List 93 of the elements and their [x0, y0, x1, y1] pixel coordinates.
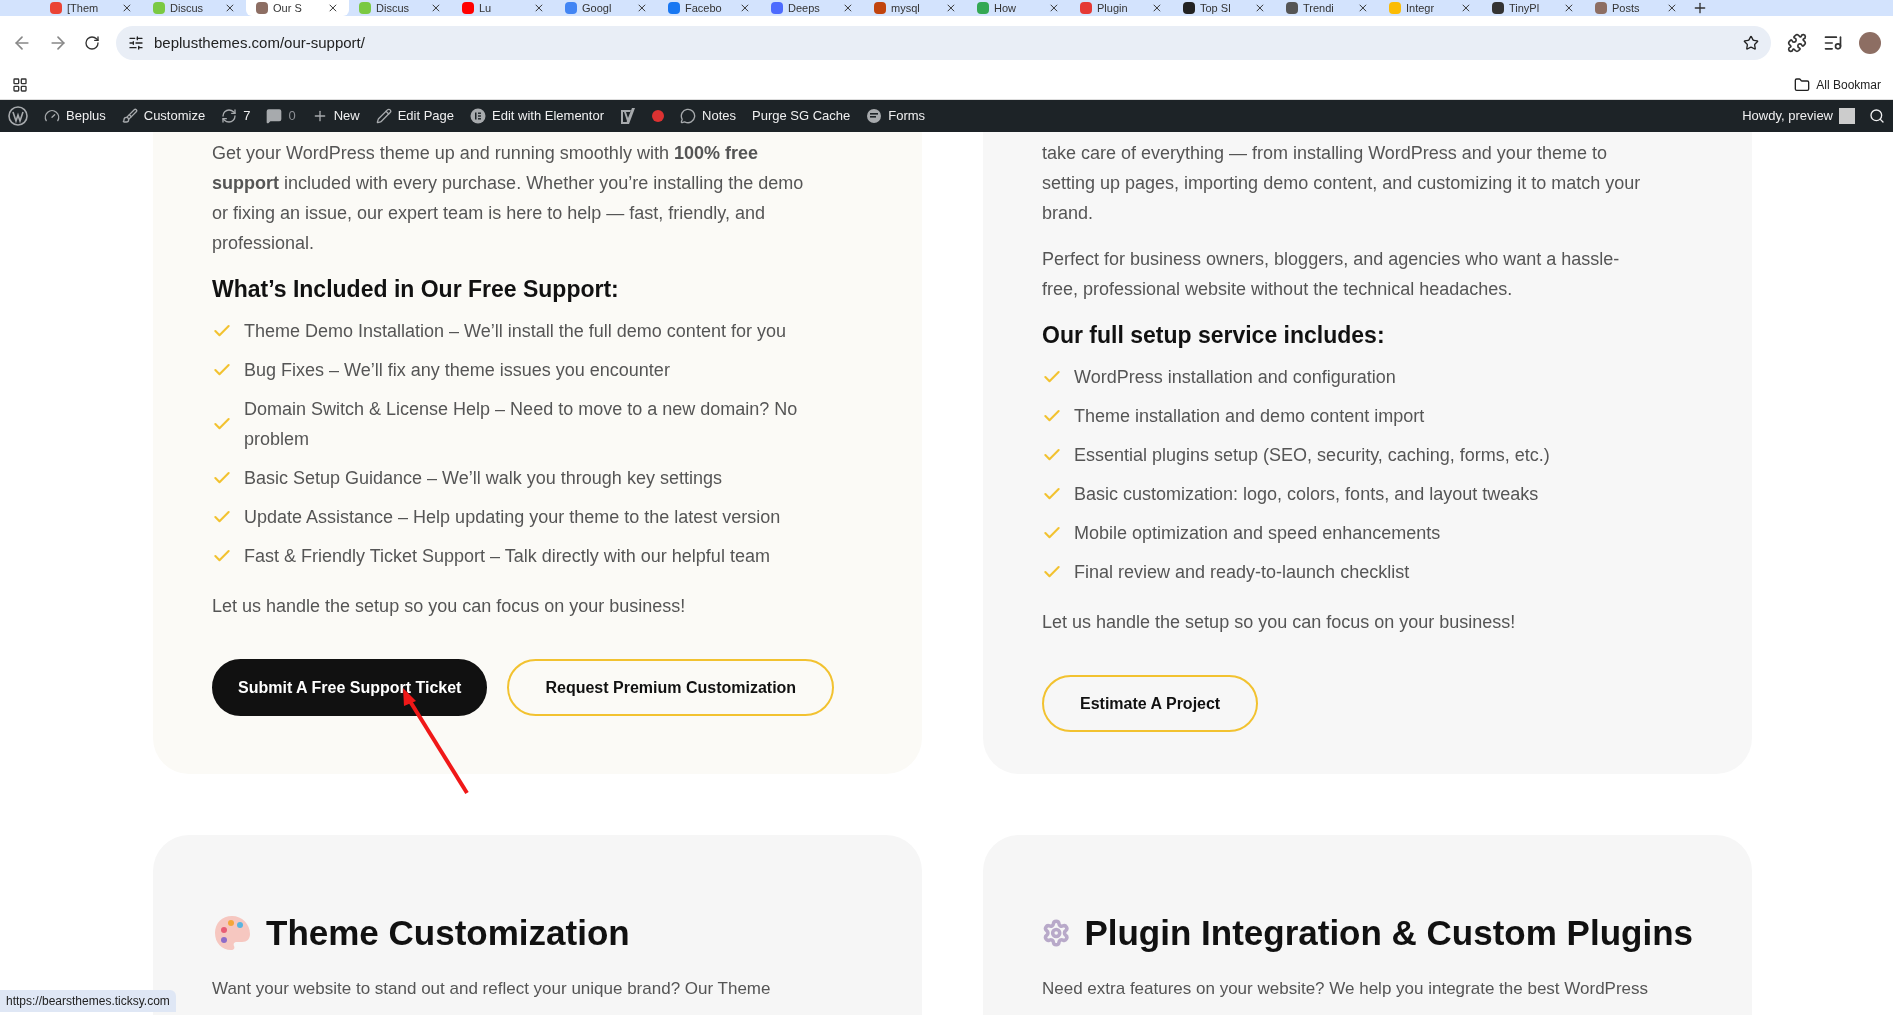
close-icon[interactable]	[430, 2, 442, 14]
intro-paragraph: Get your WordPress theme up and running smoothly with 100% free support included with every purchase. Whether you’re installing the demo or fixing an issue, our expert team is here to help — fast, friendly, and professional.	[212, 142, 805, 255]
intro-paragraph: Perfect for business owners, bloggers, and agencies who want a hassle-free, professional website without the technical headaches.	[1042, 248, 1621, 301]
admin-bar-link[interactable]: Forms	[888, 106, 926, 126]
address-bar[interactable]: beplusthemes.com/our-support/	[116, 26, 1771, 60]
close-icon[interactable]	[1357, 2, 1369, 14]
close-icon[interactable]	[121, 2, 133, 14]
bookmarks-label[interactable]: All Bookmar	[1816, 75, 1881, 94]
media-icon[interactable]	[1823, 33, 1843, 53]
close-icon[interactable]	[945, 2, 957, 14]
browser-tab[interactable]: Discus	[349, 0, 452, 16]
close-icon[interactable]	[1254, 2, 1266, 14]
feature-item: WordPress installation and configuration	[1074, 366, 1396, 389]
close-icon[interactable]	[327, 2, 339, 14]
closing-note: Let us handle the setup so you can focus on your business!	[212, 595, 687, 618]
service-description: Need extra features on your website? We help you integrate the best WordPress	[1042, 977, 1650, 1000]
comment-icon	[266, 108, 283, 124]
close-icon[interactable]	[1048, 2, 1060, 14]
closing-note: Let us handle the setup so you can focus on your business!	[1042, 611, 1517, 634]
browser-tab[interactable]: Deeps	[761, 0, 864, 16]
dashboard-icon	[44, 108, 60, 124]
feature-item: Domain Switch & License Help – Need to move to a new domain? No problem	[244, 398, 799, 451]
feature-item: Mobile optimization and speed enhancements	[1074, 522, 1441, 545]
close-icon[interactable]	[739, 2, 751, 14]
feature-item: Theme installation and demo content import	[1074, 405, 1425, 428]
pencil-icon	[375, 108, 392, 124]
user-avatar-icon	[1839, 108, 1855, 124]
close-icon[interactable]	[1460, 2, 1472, 14]
folder-icon	[1794, 76, 1811, 93]
apps-icon[interactable]	[12, 76, 28, 93]
close-icon[interactable]	[636, 2, 648, 14]
admin-bar-link[interactable]: Purge SG Cache	[752, 106, 851, 126]
browser-tab[interactable]: How	[967, 0, 1070, 16]
close-icon[interactable]	[1563, 2, 1575, 14]
intro-paragraph: take care of everything — from installing WordPress and your theme to setting up pages, importing demo content, and customizing it to match your brand.	[1042, 142, 1642, 225]
search-icon[interactable]	[1869, 108, 1885, 124]
notes-icon	[680, 108, 697, 124]
close-icon[interactable]	[1151, 2, 1163, 14]
feature-item: Essential plugins setup (SEO, security, caching, forms, etc.)	[1074, 444, 1550, 467]
forms-icon	[866, 108, 883, 124]
browser-tab[interactable]: Top Sl	[1173, 0, 1276, 16]
reload-icon[interactable]	[84, 35, 100, 51]
browser-tab[interactable]: Posts	[1585, 0, 1688, 16]
feature-item: Basic Setup Guidance – We’ll walk you through key settings	[244, 467, 722, 490]
new-tab-icon[interactable]	[1692, 0, 1708, 16]
section-heading: Our full setup service includes:	[1042, 321, 1386, 350]
yoast-icon[interactable]	[620, 107, 637, 125]
feature-item: Theme Demo Installation – We’ll install the full demo content for you	[244, 320, 786, 343]
browser-tab[interactable]: Lu	[452, 0, 555, 16]
admin-bar-link[interactable]: New	[333, 106, 360, 126]
browser-tab[interactable]: Facebo	[658, 0, 761, 16]
feature-item: Bug Fixes – We’ll fix any theme issues you encounter	[244, 359, 670, 382]
profile-avatar-icon[interactable]	[1859, 32, 1881, 54]
admin-bar-link[interactable]: Edit with Elementor	[492, 106, 605, 126]
outline-button[interactable]: Request Premium Customization	[507, 659, 835, 716]
admin-bar-link[interactable]: Edit Page	[397, 106, 455, 126]
feature-item: Basic customization: logo, colors, fonts, and layout tweaks	[1074, 483, 1539, 506]
browser-tab[interactable]: Integr	[1379, 0, 1482, 16]
close-icon[interactable]	[224, 2, 236, 14]
admin-bar-link[interactable]: Notes	[702, 106, 736, 126]
refresh-icon	[221, 108, 238, 124]
admin-bar-link[interactable]: Beplus	[66, 106, 106, 126]
outline-button[interactable]: Estimate A Project	[1042, 675, 1259, 732]
service-description: Want your website to stand out and reflect your unique brand? Our Theme	[212, 977, 772, 1000]
browser-tab[interactable]: Discus	[143, 0, 246, 16]
close-icon[interactable]	[533, 2, 545, 14]
browser-tab[interactable]: Our S	[246, 0, 349, 16]
section-heading: What’s Included in Our Free Support:	[212, 275, 620, 304]
browser-tab[interactable]: Trendi	[1276, 0, 1379, 16]
admin-bar-link[interactable]: Customize	[143, 106, 206, 126]
browser-tab[interactable]: Googl	[555, 0, 658, 16]
wordpress-logo-icon[interactable]	[8, 106, 28, 126]
browser-tab[interactable]: [Them	[40, 0, 143, 16]
elementor-icon	[470, 108, 487, 124]
site-info-icon[interactable]	[128, 35, 144, 51]
url-text: beplusthemes.com/our-support/	[154, 32, 365, 53]
submit-ticket-button[interactable]: Submit A Free Support Ticket	[212, 659, 488, 716]
brush-icon	[121, 108, 138, 124]
browser-tab[interactable]: mysql	[864, 0, 967, 16]
bookmark-star-icon[interactable]	[1743, 35, 1759, 51]
feature-item: Fast & Friendly Ticket Support – Talk directly with our helpful team	[244, 545, 770, 568]
admin-bar-link[interactable]: 7	[243, 106, 251, 126]
status-url: https://bearsthemes.ticksy.com	[0, 990, 176, 1012]
service-heading: Theme Customization	[266, 912, 630, 954]
greeting-text[interactable]: Howdy, preview	[1742, 106, 1833, 126]
feature-item: Final review and ready-to-launch checklist	[1074, 561, 1410, 584]
extensions-icon[interactable]	[1787, 33, 1807, 53]
close-icon[interactable]	[1666, 2, 1678, 14]
browser-tab[interactable]: Plugin	[1070, 0, 1173, 16]
service-heading: Plugin Integration & Custom Plugins	[1084, 912, 1693, 954]
close-icon[interactable]	[842, 2, 854, 14]
browser-tab[interactable]: TinyPl	[1482, 0, 1585, 16]
feature-item: Update Assistance – Help updating your theme to the latest version	[244, 506, 781, 529]
